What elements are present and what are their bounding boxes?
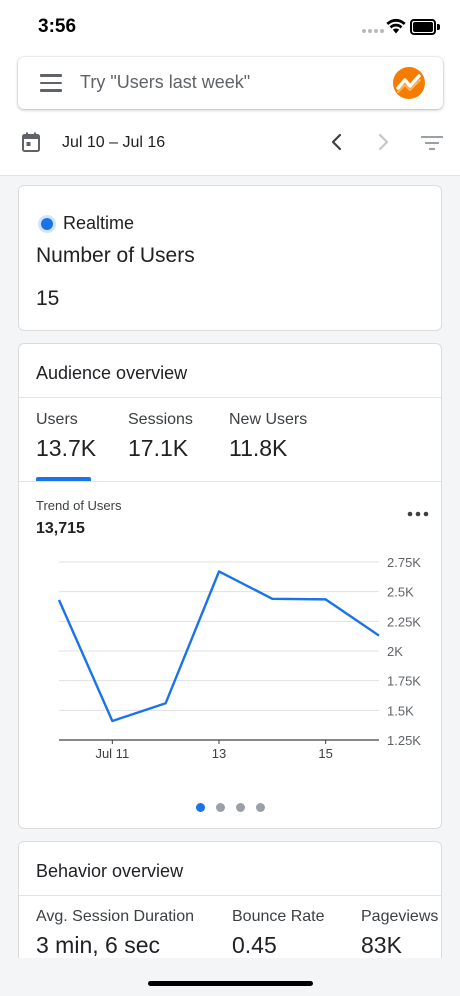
home-indicator[interactable] <box>148 981 313 986</box>
realtime-card[interactable]: Realtime Number of Users 15 <box>18 185 442 331</box>
menu-icon[interactable] <box>40 74 62 92</box>
realtime-metric-value: 15 <box>36 287 60 310</box>
x-tick-label: 13 <box>212 746 226 761</box>
status-bar: 3:56 <box>0 0 460 56</box>
search-bar[interactable]: Try "Users last week" <box>18 57 443 109</box>
metric-value: 3 min, 6 sec <box>36 932 160 958</box>
tab-sessions-label: Sessions <box>128 411 193 428</box>
realtime-label: Realtime <box>63 213 135 233</box>
battery-icon <box>410 19 440 35</box>
metric-label: Avg. Session Duration <box>36 908 195 925</box>
tab-users-label: Users <box>36 411 78 428</box>
cellular-signal-icon <box>362 29 384 35</box>
realtime-metric-label: Number of Users <box>36 244 195 267</box>
tab-sessions-value: 17.1K <box>128 435 189 461</box>
divider <box>19 397 441 398</box>
status-time: 3:56 <box>38 16 77 37</box>
metric-pageviews[interactable]: Pageviews 83K <box>361 908 438 959</box>
users-trend-chart: 2.75K 2.5K 2.25K 2K 1.75K 1.5K 1.25K Jul 11 13 15 <box>57 555 421 761</box>
tab-new-users-value: 11.8K <box>229 435 288 461</box>
audience-title: Audience overview <box>36 363 188 383</box>
y-tick-label: 1.25K <box>387 733 421 748</box>
tab-new-users[interactable]: New Users 11.8K <box>229 411 307 462</box>
date-range[interactable]: Jul 10 – Jul 16 <box>62 134 165 152</box>
y-tick-label: 2.5K <box>387 585 414 600</box>
more-options-icon[interactable] <box>407 511 429 517</box>
metric-avg-session-duration[interactable]: Avg. Session Duration 3 min, 6 sec <box>36 908 194 959</box>
metric-label: Bounce Rate <box>232 908 325 925</box>
y-tick-label: 2K <box>387 644 403 659</box>
divider <box>19 895 441 896</box>
search-input[interactable]: Try "Users last week" <box>80 72 250 93</box>
trend-label: Trend of Users <box>36 498 122 513</box>
date-row: Jul 10 – Jul 16 <box>0 122 460 162</box>
pager-dot[interactable] <box>236 803 245 812</box>
pager-dot[interactable] <box>256 803 265 812</box>
wifi-icon <box>386 18 406 34</box>
tab-sessions[interactable]: Sessions 17.1K <box>128 411 193 462</box>
pager-dot[interactable] <box>216 803 225 812</box>
live-indicator-icon <box>41 218 53 230</box>
metric-bounce-rate[interactable]: Bounce Rate 0.45 <box>232 908 325 959</box>
chart-pager[interactable] <box>196 803 266 813</box>
y-tick-label: 1.5K <box>387 703 414 718</box>
y-tick-label: 1.75K <box>387 674 421 689</box>
x-tick-label: 15 <box>318 746 332 761</box>
tab-new-users-label: New Users <box>229 411 308 428</box>
bottom-area <box>0 958 460 996</box>
trend-value: 13,715 <box>36 520 85 537</box>
divider <box>19 481 441 482</box>
chevron-left-icon[interactable] <box>330 133 344 151</box>
metric-value: 83K <box>361 932 402 958</box>
analytics-logo[interactable] <box>392 66 426 100</box>
x-tick-label: Jul 11 <box>95 746 129 761</box>
behavior-title: Behavior overview <box>36 861 184 881</box>
pager-dot[interactable] <box>196 803 205 812</box>
audience-overview-card: Audience overview Users 13.7K Sessions 1… <box>18 343 442 829</box>
y-tick-label: 2.25K <box>387 614 421 629</box>
tab-users-value: 13.7K <box>36 435 97 461</box>
y-tick-label: 2.75K <box>387 555 421 570</box>
tab-users[interactable]: Users 13.7K <box>36 411 96 462</box>
users-series-line <box>57 570 380 723</box>
metric-label: Pageviews <box>361 908 439 925</box>
metric-value: 0.45 <box>232 932 277 958</box>
calendar-icon[interactable] <box>22 132 40 152</box>
chevron-right-icon[interactable] <box>376 133 390 151</box>
filter-icon[interactable] <box>421 135 443 151</box>
